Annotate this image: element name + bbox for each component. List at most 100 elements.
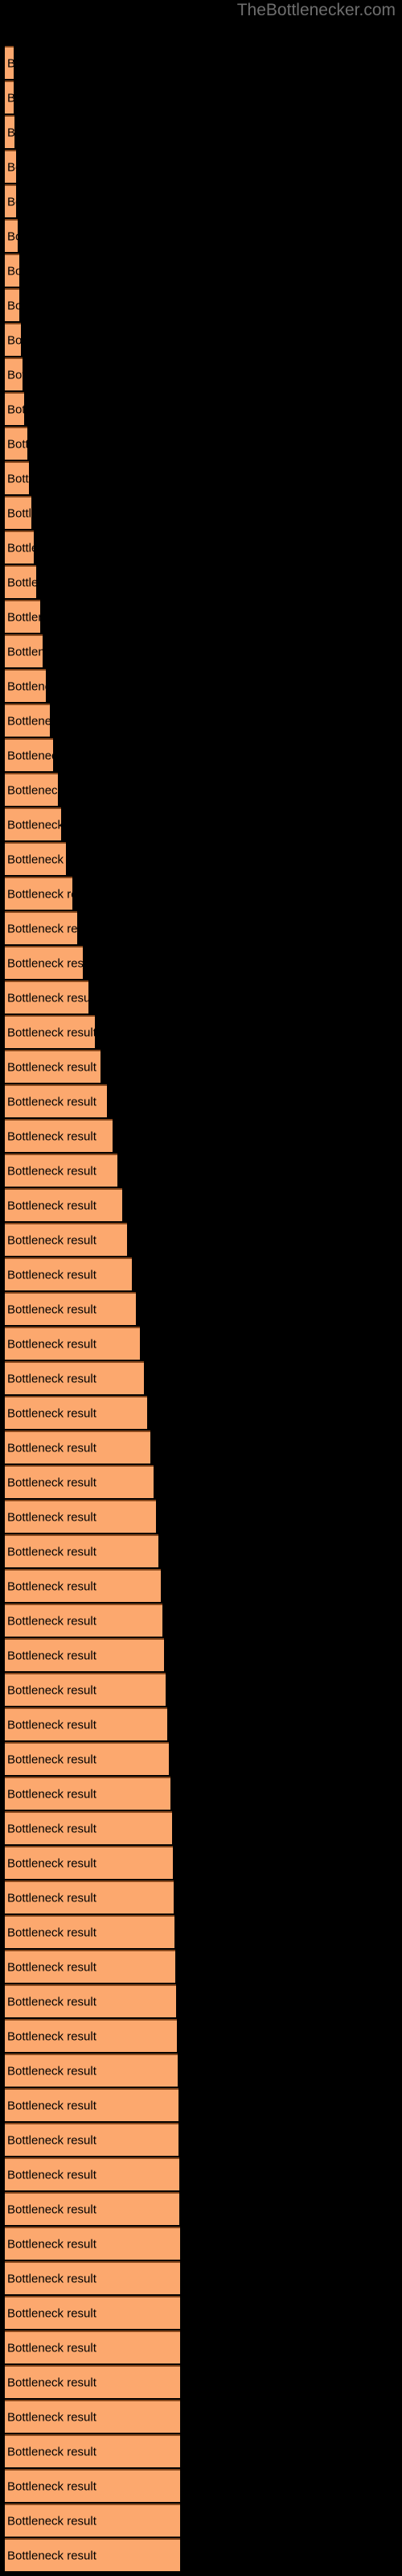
bar-label: Bottleneck result bbox=[7, 1026, 95, 1039]
chart-bar[interactable]: Bottleneck result bbox=[5, 2504, 180, 2537]
chart-bar[interactable]: Bottleneck result bbox=[5, 911, 77, 944]
chart-bar[interactable]: Bottleneck result bbox=[5, 2400, 180, 2433]
chart-bar[interactable]: Bottleneck result bbox=[5, 1984, 176, 2017]
chart-bar[interactable]: Bottleneck result bbox=[5, 1223, 127, 1256]
chart-bar[interactable]: Bottleneck result bbox=[5, 1777, 170, 1810]
chart-bar[interactable]: Bottleneck result bbox=[5, 323, 21, 356]
chart-bar[interactable]: Bottleneck result bbox=[5, 461, 29, 494]
chart-bar[interactable]: Bottleneck result bbox=[5, 1188, 122, 1221]
chart-bar[interactable]: Bottleneck result bbox=[5, 2434, 180, 2467]
chart-bar[interactable]: Bottleneck result bbox=[5, 2261, 180, 2294]
chart-bar[interactable]: Bottleneck result bbox=[5, 2123, 178, 2156]
chart-bar[interactable]: Bottleneck result bbox=[5, 184, 16, 217]
bar-label: Bottleneck result bbox=[7, 91, 14, 105]
chart-bar[interactable]: Bottleneck result bbox=[5, 634, 43, 667]
bar-label: Bottleneck result bbox=[7, 679, 46, 693]
bar-label: Bottleneck result bbox=[7, 1822, 96, 1835]
horizontal-bar-chart: Bottleneck result Bottleneck result Bottle… bbox=[0, 0, 402, 2576]
chart-bar[interactable]: Bottleneck result bbox=[5, 1673, 166, 1706]
chart-bar[interactable]: Bottleneck result bbox=[5, 254, 19, 287]
bar-label: Bottleneck result bbox=[7, 56, 14, 70]
chart-bar[interactable]: Bottleneck result bbox=[5, 1707, 167, 1740]
bar-label: Bottleneck result bbox=[7, 2168, 96, 2182]
bar-label: Bottleneck result bbox=[7, 541, 34, 555]
chart-bar[interactable]: Bottleneck result bbox=[5, 288, 19, 321]
chart-bar[interactable]: Bottleneck result bbox=[5, 1811, 172, 1844]
chart-bar[interactable]: Bottleneck result bbox=[5, 427, 27, 460]
chart-bar[interactable]: Bottleneck result bbox=[5, 2296, 180, 2329]
chart-bar[interactable]: Bottleneck result bbox=[5, 1569, 161, 1602]
chart-bar[interactable]: Bottleneck result bbox=[5, 2019, 177, 2052]
chart-bar[interactable]: Bottleneck result bbox=[5, 704, 50, 737]
chart-bar[interactable]: Bottleneck result bbox=[5, 2054, 178, 2087]
bar-label: Bottleneck result bbox=[7, 1614, 96, 1628]
bar-label: Bottleneck result bbox=[7, 2376, 96, 2389]
chart-bar[interactable]: Bottleneck result bbox=[5, 877, 72, 910]
chart-bar[interactable]: Bottleneck result bbox=[5, 1950, 175, 1983]
chart-bar[interactable]: Bottleneck result bbox=[5, 1292, 136, 1325]
chart-bar[interactable]: Bottleneck result bbox=[5, 219, 18, 252]
bar-label: Bottleneck result bbox=[7, 2064, 96, 2078]
bar-label: Bottleneck result bbox=[7, 749, 53, 762]
chart-bar[interactable]: Bottleneck result bbox=[5, 1742, 169, 1775]
chart-bar[interactable]: Bottleneck result bbox=[5, 2088, 178, 2121]
chart-bar[interactable]: Bottleneck result bbox=[5, 2469, 180, 2502]
chart-bar[interactable]: Bottleneck result bbox=[5, 2227, 180, 2260]
chart-bar[interactable]: Bottleneck result bbox=[5, 1154, 117, 1187]
chart-bar[interactable]: Bottleneck result bbox=[5, 1604, 162, 1637]
chart-bar[interactable]: Bottleneck result bbox=[5, 2365, 180, 2398]
chart-bar[interactable]: Bottleneck result bbox=[5, 1534, 158, 1567]
chart-bar[interactable]: Bottleneck result bbox=[5, 1084, 107, 1117]
chart-bar[interactable]: Bottleneck result bbox=[5, 1638, 164, 1671]
bar-label: Bottleneck result bbox=[7, 472, 29, 485]
bar-label: Bottleneck result bbox=[7, 2133, 96, 2147]
bar-label: Bottleneck result bbox=[7, 1787, 96, 1801]
bar-label: Bottleneck result bbox=[7, 2514, 96, 2528]
bar-label: Bottleneck result bbox=[7, 195, 16, 208]
bar-label: Bottleneck result bbox=[7, 1926, 96, 1939]
chart-bar[interactable]: Bottleneck result bbox=[5, 773, 58, 806]
chart-bar[interactable]: Bottleneck result bbox=[5, 842, 66, 875]
chart-bar[interactable]: Bottleneck result bbox=[5, 1846, 173, 1879]
chart-bar[interactable]: Bottleneck result bbox=[5, 1119, 113, 1152]
chart-bar[interactable]: Bottleneck result bbox=[5, 738, 53, 771]
chart-bar[interactable]: Bottleneck result bbox=[5, 2330, 180, 2363]
bar-label: Bottleneck result bbox=[7, 1406, 96, 1420]
chart-bar[interactable]: Bottleneck result bbox=[5, 1050, 100, 1083]
chart-bar[interactable]: Bottleneck result bbox=[5, 946, 83, 979]
bar-label: Bottleneck result bbox=[7, 2341, 96, 2355]
chart-bar[interactable]: Bottleneck result bbox=[5, 1361, 144, 1394]
chart-bar[interactable]: Bottleneck result bbox=[5, 2192, 179, 2225]
chart-bar[interactable]: Bottleneck result bbox=[5, 115, 14, 148]
bar-label: Bottleneck result bbox=[7, 2445, 96, 2458]
chart-bar[interactable]: Bottleneck result bbox=[5, 496, 31, 529]
bar-label: Bottleneck result bbox=[7, 1718, 96, 1732]
chart-bar[interactable]: Bottleneck result bbox=[5, 565, 36, 598]
bar-label: Bottleneck result bbox=[7, 2549, 96, 2562]
chart-bar[interactable]: Bottleneck result bbox=[5, 150, 16, 183]
chart-bar[interactable]: Bottleneck result bbox=[5, 1396, 147, 1429]
chart-bar[interactable]: Bottleneck result bbox=[5, 530, 34, 564]
bar-label: Bottleneck result bbox=[7, 610, 40, 624]
bar-label: Bottleneck result bbox=[7, 1752, 96, 1766]
chart-bar[interactable]: Bottleneck result bbox=[5, 1465, 154, 1498]
chart-bar[interactable]: Bottleneck result bbox=[5, 1915, 174, 1948]
chart-bar[interactable]: Bottleneck result bbox=[5, 46, 14, 79]
chart-bar[interactable]: Bottleneck result bbox=[5, 807, 61, 840]
chart-bar[interactable]: Bottleneck result bbox=[5, 1327, 140, 1360]
bar-label: Bottleneck result bbox=[7, 2272, 96, 2285]
chart-bar[interactable]: Bottleneck result bbox=[5, 1015, 95, 1048]
chart-bar[interactable]: Bottleneck result bbox=[5, 357, 23, 390]
chart-bar[interactable]: Bottleneck result bbox=[5, 669, 46, 702]
chart-bar[interactable]: Bottleneck result bbox=[5, 2157, 179, 2190]
chart-bar[interactable]: Bottleneck result bbox=[5, 600, 40, 633]
chart-bar[interactable]: Bottleneck result bbox=[5, 1500, 156, 1533]
chart-bar[interactable]: Bottleneck result bbox=[5, 1430, 150, 1463]
chart-bar[interactable]: Bottleneck result bbox=[5, 2538, 180, 2571]
chart-bar[interactable]: Bottleneck result bbox=[5, 80, 14, 114]
chart-bar[interactable]: Bottleneck result bbox=[5, 1880, 174, 1913]
chart-bar[interactable]: Bottleneck result bbox=[5, 1257, 132, 1290]
chart-bar[interactable]: Bottleneck result bbox=[5, 980, 88, 1013]
bar-label: Bottleneck result bbox=[7, 1683, 96, 1697]
chart-bar[interactable]: Bottleneck result bbox=[5, 392, 24, 425]
